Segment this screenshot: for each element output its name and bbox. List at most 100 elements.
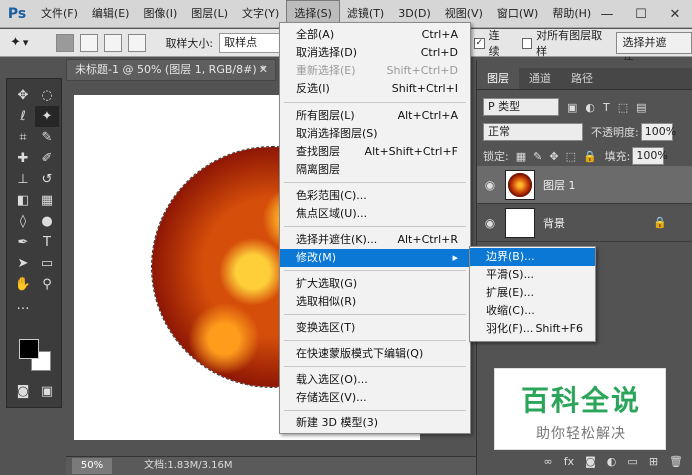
menu-item-deselect-layers[interactable]: 取消选择图层(S) xyxy=(280,125,470,143)
watermark: 百科全说 助你轻松解决 xyxy=(494,368,666,450)
delete-layer-icon[interactable]: 🗑 xyxy=(669,455,683,468)
menu-item-load-selection[interactable]: 载入选区(O)... xyxy=(280,371,470,389)
sample-size-select[interactable]: 取样点 xyxy=(219,32,282,53)
add-mask-icon[interactable]: ◙ xyxy=(585,455,596,468)
close-icon[interactable]: ✕ xyxy=(259,60,268,80)
new-selection-icon[interactable] xyxy=(56,33,75,52)
link-layers-icon[interactable]: ∞ xyxy=(544,455,553,468)
intersect-selection-icon[interactable] xyxy=(128,33,147,52)
menu-item-select-all[interactable]: 全部(A) Ctrl+A xyxy=(280,26,470,44)
type-filter-icon[interactable]: T xyxy=(603,101,610,114)
layer-row[interactable]: ◉ 图层 1 xyxy=(477,166,692,204)
blend-mode-select[interactable]: 正常 xyxy=(483,123,583,141)
menu-image[interactable]: 图像(I) xyxy=(136,0,184,28)
contiguous-checkbox[interactable]: ✓ xyxy=(474,37,485,49)
menu-item-find-layers[interactable]: 查找图层 Alt+Shift+Ctrl+F xyxy=(280,143,470,161)
blur-tool-icon[interactable]: ◊ xyxy=(11,211,35,232)
menu-item-similar[interactable]: 选取相似(R) xyxy=(280,293,470,311)
maximize-button[interactable]: ☐ xyxy=(624,0,658,28)
menu-item-quick-mask[interactable]: 在快速蒙版模式下编辑(Q) xyxy=(280,345,470,363)
lock-position-icon[interactable]: ✥ xyxy=(549,150,558,163)
menu-edit[interactable]: 编辑(E) xyxy=(85,0,137,28)
eyedropper-tool-icon[interactable]: ✎ xyxy=(35,127,59,148)
menu-layer[interactable]: 图层(L) xyxy=(184,0,235,28)
menu-item-grow[interactable]: 扩大选取(G) xyxy=(280,275,470,293)
quick-mask-icon[interactable]: ◙ xyxy=(13,381,33,401)
eye-icon[interactable]: ◉ xyxy=(477,216,503,230)
menu-item-color-range[interactable]: 色彩范围(C)... xyxy=(280,187,470,205)
menu-item-isolate-layers[interactable]: 隔离图层 xyxy=(280,161,470,179)
document-tab[interactable]: 未标题-1 @ 50% (图层 1, RGB/8#) * ✕ xyxy=(66,59,276,81)
menu-item-modify[interactable]: 修改(M) ▸ xyxy=(280,249,470,267)
menu-item-expand[interactable]: 扩展(E)... xyxy=(470,284,595,302)
smart-object-filter-icon[interactable]: ▤ xyxy=(636,101,646,114)
zoom-field[interactable]: 50% xyxy=(72,458,112,474)
lock-image-icon[interactable]: ✎ xyxy=(533,150,542,163)
menu-item-inverse[interactable]: 反选(I) Shift+Ctrl+I xyxy=(280,80,470,98)
lock-transparent-icon[interactable]: ▦ xyxy=(516,150,526,163)
tab-channels[interactable]: 通道 xyxy=(519,68,561,89)
shape-tool-icon[interactable]: ▭ xyxy=(35,253,59,274)
opacity-field[interactable]: 100% xyxy=(640,123,676,141)
menu-item-label: 重新选择(E) xyxy=(296,64,356,77)
path-selection-icon[interactable]: ➤ xyxy=(11,253,35,274)
eraser-tool-icon[interactable]: ◧ xyxy=(11,190,35,211)
lasso-tool-icon[interactable]: ℓ xyxy=(11,106,35,127)
layer-style-icon[interactable]: fx xyxy=(564,455,574,468)
menu-item-reselect[interactable]: 重新选择(E) Shift+Ctrl+D xyxy=(280,62,470,80)
magic-wand-tool-icon[interactable]: ✦ xyxy=(35,106,59,127)
hand-tool-icon[interactable]: ✋ xyxy=(11,274,35,295)
adjustment-layer-icon[interactable]: ◐ xyxy=(607,455,617,468)
lock-artboard-icon[interactable]: ⬚ xyxy=(566,150,576,163)
menu-item-feather[interactable]: 羽化(F)... Shift+F6 xyxy=(470,320,595,338)
move-tool-icon[interactable]: ✥ xyxy=(11,85,35,106)
history-brush-icon[interactable]: ↺ xyxy=(35,169,59,190)
marquee-tool-icon[interactable]: ◌ xyxy=(35,85,59,106)
type-tool-icon[interactable]: T xyxy=(35,232,59,253)
gradient-tool-icon[interactable]: ▦ xyxy=(35,190,59,211)
healing-brush-icon[interactable]: ✚ xyxy=(11,148,35,169)
menu-item-deselect[interactable]: 取消选择(D) Ctrl+D xyxy=(280,44,470,62)
new-layer-icon[interactable]: ⊞ xyxy=(649,455,658,468)
select-and-mask-button[interactable]: 选择并遮住... xyxy=(615,32,692,69)
crop-tool-icon[interactable]: ⌗ xyxy=(11,127,35,148)
fill-field[interactable]: 100% xyxy=(632,147,668,165)
layer-row[interactable]: ◉ 背景 🔒 xyxy=(477,204,692,242)
new-group-icon[interactable]: ▭ xyxy=(627,455,637,468)
adjustment-filter-icon[interactable]: ◐ xyxy=(585,101,595,114)
all-layers-checkbox[interactable] xyxy=(521,37,533,49)
brush-tool-icon[interactable]: ✐ xyxy=(35,148,59,169)
image-filter-icon[interactable]: ▣ xyxy=(567,101,577,114)
minimize-button[interactable]: — xyxy=(590,0,624,28)
layer-filter-select[interactable]: P 类型 xyxy=(483,98,559,116)
menu-window[interactable]: 窗口(W) xyxy=(490,0,545,28)
dodge-tool-icon[interactable]: ● xyxy=(35,211,59,232)
menu-item-contract[interactable]: 收缩(C)... xyxy=(470,302,595,320)
foreground-color-swatch[interactable] xyxy=(19,339,39,359)
menu-item-focus-area[interactable]: 焦点区域(U)... xyxy=(280,205,470,223)
menu-item-new-3d-model[interactable]: 新建 3D 模型(3) xyxy=(280,414,470,432)
menu-file[interactable]: 文件(F) xyxy=(34,0,85,28)
magic-wand-icon[interactable]: ✦ xyxy=(10,35,21,50)
zoom-tool-icon[interactable]: ⚲ xyxy=(35,274,59,295)
menu-item-smooth[interactable]: 平滑(S)... xyxy=(470,266,595,284)
clone-stamp-icon[interactable]: ⊥ xyxy=(11,169,35,190)
add-to-selection-icon[interactable] xyxy=(80,33,99,52)
lock-all-icon[interactable]: 🔒 xyxy=(583,150,597,163)
close-button[interactable]: ✕ xyxy=(658,0,692,28)
eye-icon[interactable]: ◉ xyxy=(477,178,503,192)
menu-item-label: 色彩范围(C)... xyxy=(296,189,367,202)
more-tools-icon[interactable]: … xyxy=(11,295,35,316)
menu-item-border[interactable]: 边界(B)... xyxy=(470,248,595,266)
menu-item-transform-selection[interactable]: 变换选区(T) xyxy=(280,319,470,337)
menu-item-save-selection[interactable]: 存储选区(V)... xyxy=(280,389,470,407)
menu-item-all-layers[interactable]: 所有图层(L) Alt+Ctrl+A xyxy=(280,107,470,125)
subtract-selection-icon[interactable] xyxy=(104,33,123,52)
shape-filter-icon[interactable]: ⬚ xyxy=(618,101,628,114)
tab-paths[interactable]: 路径 xyxy=(561,68,603,89)
tab-layers[interactable]: 图层 xyxy=(477,68,519,89)
menu-item-select-and-mask[interactable]: 选择并遮住(K)... Alt+Ctrl+R xyxy=(280,231,470,249)
chevron-down-icon[interactable]: ▾ xyxy=(23,36,29,49)
pen-tool-icon[interactable]: ✒ xyxy=(11,232,35,253)
screen-mode-icon[interactable]: ▣ xyxy=(37,381,57,401)
